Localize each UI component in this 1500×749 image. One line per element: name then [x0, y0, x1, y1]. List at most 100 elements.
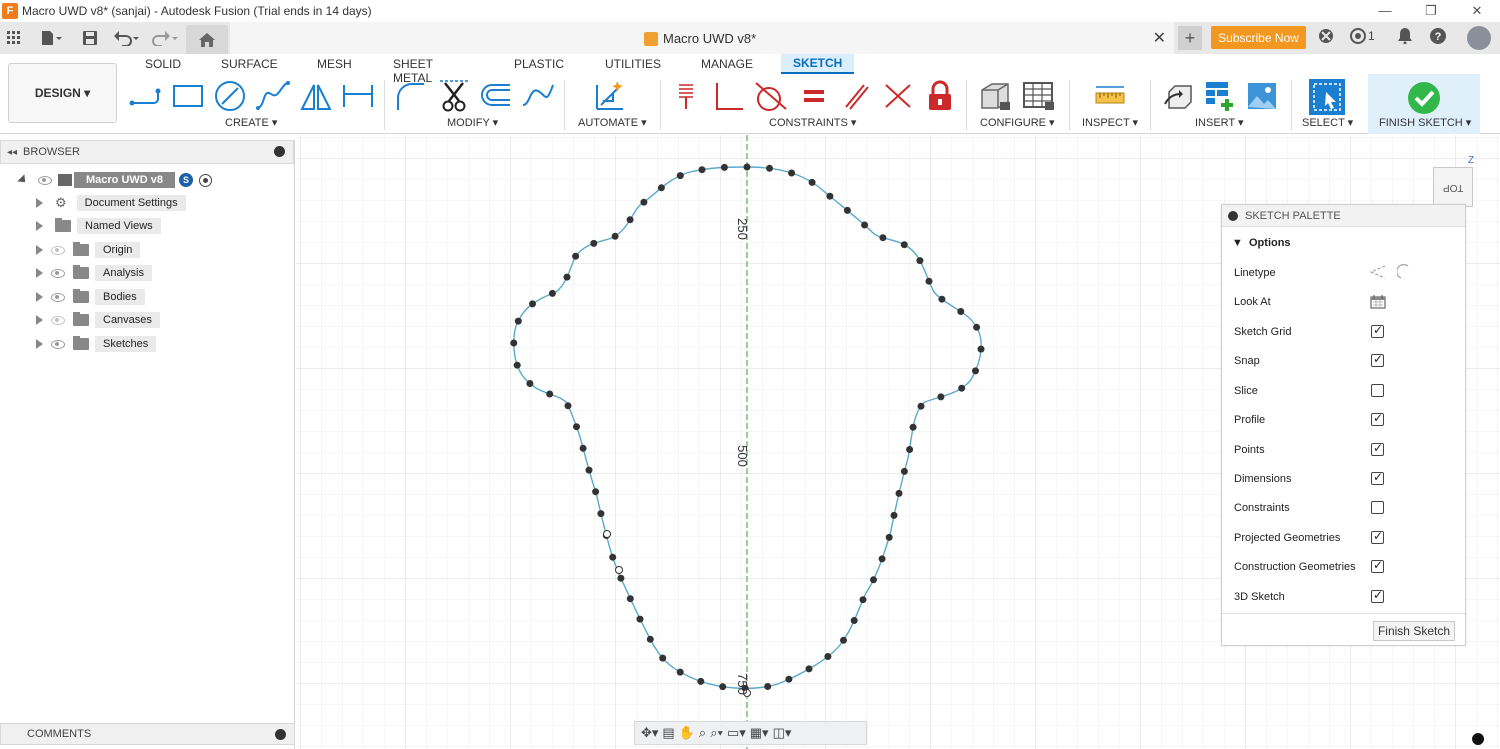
tab-manage[interactable]: MANAGE	[701, 57, 753, 71]
minimize-button[interactable]: —	[1362, 0, 1408, 22]
save-icon[interactable]	[80, 26, 100, 50]
expand-triangle-icon[interactable]	[17, 174, 29, 186]
group-insert[interactable]: INSERT ▾	[1195, 116, 1244, 129]
finish-sketch-button[interactable]: Finish Sketch	[1372, 621, 1455, 641]
sketch-point[interactable]	[697, 677, 705, 685]
sketch-point[interactable]	[850, 617, 858, 624]
activate-radio-icon[interactable]	[199, 173, 213, 187]
circle-tool-icon[interactable]	[212, 78, 248, 114]
zoom-window-icon[interactable]: ⌕	[699, 725, 706, 741]
slice-checkbox[interactable]	[1371, 384, 1384, 397]
sketch-point[interactable]	[917, 402, 925, 410]
sketch-point[interactable]	[972, 367, 979, 375]
document-tab[interactable]: Macro UWD v8* ✕	[230, 22, 1174, 54]
expand-triangle-icon[interactable]	[36, 221, 43, 231]
sketch-point[interactable]	[743, 163, 751, 171]
sketch-point[interactable]	[626, 216, 634, 224]
tab-plastic[interactable]: PLASTIC	[514, 57, 564, 71]
tree-item-origin[interactable]: Origin	[36, 240, 141, 260]
grid-snap-icon[interactable]: ▦▾	[750, 725, 769, 741]
close-tab-icon[interactable]: ✕	[1153, 28, 1166, 48]
sketch-point[interactable]	[546, 390, 554, 398]
expand-triangle-icon[interactable]	[36, 198, 43, 208]
visibility-eye-icon[interactable]	[51, 245, 65, 255]
viewports-icon[interactable]: ◫▾	[773, 725, 792, 741]
tab-utilities[interactable]: UTILITIES	[605, 57, 661, 71]
sketch-point[interactable]	[878, 555, 886, 563]
sketch-point[interactable]	[895, 489, 903, 497]
group-finish-sketch[interactable]: FINISH SKETCH ▾	[1379, 116, 1471, 129]
visibility-eye-icon[interactable]	[38, 175, 52, 185]
tree-item-analysis[interactable]: Analysis	[36, 263, 152, 283]
sketch-point[interactable]	[563, 273, 571, 281]
sketch-point[interactable]	[859, 596, 867, 604]
undo-icon[interactable]	[112, 26, 142, 50]
new-tab-button[interactable]: +	[1178, 26, 1202, 50]
workspace-switcher[interactable]: DESIGN ▾	[8, 63, 117, 123]
expand-triangle-icon[interactable]	[36, 268, 43, 278]
sketch-point[interactable]	[626, 595, 634, 603]
insert-derive-icon[interactable]	[1160, 78, 1196, 114]
sketch-point-open[interactable]	[603, 530, 611, 538]
linetype-centerline-icon[interactable]	[1396, 263, 1415, 283]
sketch-point[interactable]	[824, 653, 832, 660]
sketch-point[interactable]	[906, 446, 914, 453]
subscribe-button[interactable]: Subscribe Now	[1211, 26, 1306, 49]
dimensions-checkbox[interactable]	[1371, 470, 1384, 485]
sketch-curve-icon[interactable]	[520, 78, 556, 114]
visibility-eye-icon[interactable]	[51, 292, 65, 302]
sketch-point[interactable]	[676, 172, 684, 180]
constraints-checkbox[interactable]	[1371, 501, 1384, 514]
group-configure[interactable]: CONFIGURE ▾	[980, 116, 1055, 129]
linetype-construction-icon[interactable]	[1369, 264, 1387, 283]
dimension-tool-icon[interactable]	[340, 78, 376, 114]
sketch-point[interactable]	[609, 553, 617, 561]
select-tool-icon[interactable]	[1308, 78, 1346, 116]
sketch-point[interactable]	[938, 295, 946, 303]
file-menu-icon[interactable]	[36, 26, 66, 50]
group-constraints[interactable]: CONSTRAINTS ▾	[769, 116, 856, 129]
sketch-point[interactable]	[843, 206, 851, 214]
expand-triangle-icon[interactable]	[36, 339, 43, 349]
sketch-point[interactable]	[514, 317, 522, 325]
sketch-point[interactable]	[870, 576, 877, 584]
sketch-point[interactable]	[957, 308, 965, 315]
sketch-point[interactable]	[958, 384, 966, 392]
group-inspect[interactable]: INSPECT ▾	[1082, 116, 1138, 129]
sketch-point[interactable]	[885, 533, 893, 541]
sketch-point[interactable]	[764, 683, 772, 690]
help-icon[interactable]: ?	[1430, 28, 1446, 49]
job-status[interactable]: 1	[1350, 28, 1375, 44]
3d-sketch-checkbox[interactable]	[1371, 588, 1384, 603]
construction-geometries-checkbox[interactable]	[1371, 558, 1384, 573]
sketch-grid-checkbox[interactable]	[1371, 323, 1384, 338]
dimension-label-250[interactable]: 250	[735, 218, 750, 240]
dimension-label-500[interactable]: 500	[735, 445, 750, 467]
sketch-point[interactable]	[636, 615, 644, 623]
visibility-eye-icon[interactable]	[51, 339, 65, 349]
automate-dimension-icon[interactable]	[593, 78, 629, 114]
tab-sketch[interactable]: SKETCH	[781, 54, 855, 74]
sketch-point[interactable]	[572, 252, 580, 260]
expand-triangle-icon[interactable]	[36, 315, 43, 325]
perpendicular-constraint-icon[interactable]	[710, 78, 746, 114]
sketch-point[interactable]	[719, 683, 727, 691]
insert-canvas-image-icon[interactable]	[1244, 78, 1280, 114]
sketch-point[interactable]	[611, 232, 619, 240]
data-panel-grid-icon[interactable]	[4, 26, 24, 50]
visibility-eye-icon[interactable]	[51, 315, 65, 325]
sketch-point[interactable]	[973, 323, 981, 331]
sketch-point[interactable]	[657, 184, 665, 192]
tangent-constraint-icon[interactable]	[752, 78, 788, 114]
sketch-point[interactable]	[597, 510, 605, 518]
comments-panel[interactable]: COMMENTS	[0, 723, 295, 745]
grid-settings-icon[interactable]	[1472, 733, 1485, 745]
sketch-point[interactable]	[900, 467, 908, 475]
browser-minimize-icon[interactable]	[274, 146, 285, 157]
tree-item-bodies[interactable]: Bodies	[36, 287, 145, 307]
group-automate[interactable]: AUTOMATE ▾	[578, 116, 647, 129]
lock-constraint-icon[interactable]	[922, 78, 958, 114]
sketch-point[interactable]	[861, 221, 869, 229]
parallel-constraint-icon[interactable]	[838, 78, 874, 114]
rectangle-tool-icon[interactable]	[170, 78, 206, 114]
